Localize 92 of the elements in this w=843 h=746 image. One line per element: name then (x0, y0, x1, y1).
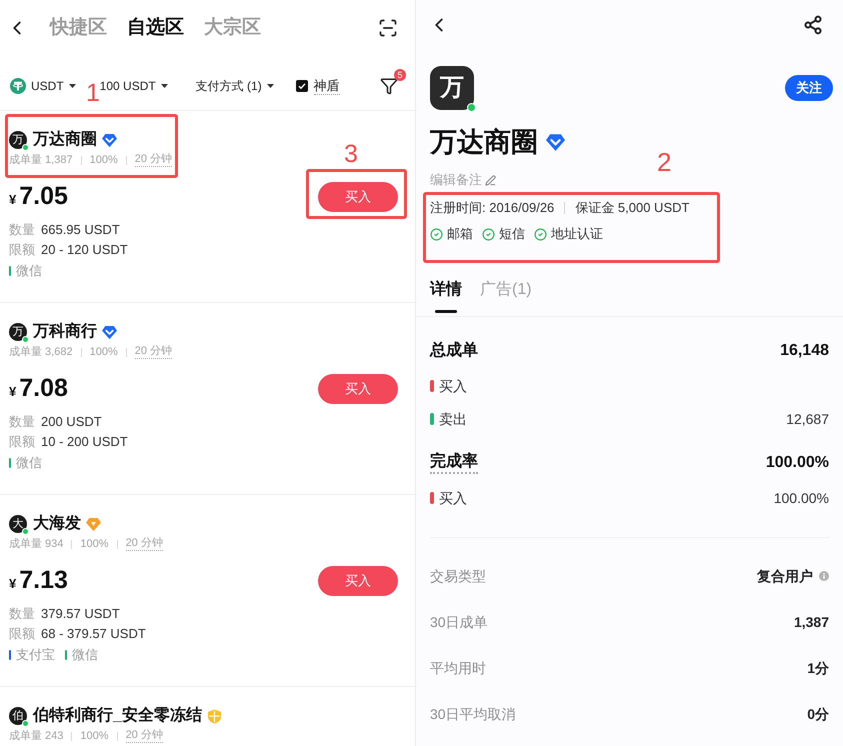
tab[interactable]: 详情 (430, 279, 462, 313)
stat-value: 16,148 (780, 341, 829, 361)
registration-date: 注册时间: 2016/09/26 (430, 199, 554, 218)
order-count: 成单量 934 (9, 536, 64, 552)
caret-icon (68, 84, 76, 88)
caret-icon (160, 84, 168, 88)
order-count: 成单量 243 (9, 728, 64, 744)
release-time: 20 分钟 (126, 537, 163, 551)
quantity-value: 665.95 USDT (41, 221, 120, 240)
detail-value: 0分 (807, 704, 829, 724)
limit-value: 68 - 379.57 USDT (41, 625, 146, 644)
buy-button[interactable]: 买入 (318, 566, 398, 596)
stat-value: 100.00% (774, 488, 829, 508)
release-time: 20 分钟 (126, 729, 163, 743)
avatar: 万 (430, 66, 474, 110)
scan-icon[interactable] (378, 18, 398, 38)
limit-label: 限额 (9, 625, 35, 644)
merchant-name: 万达商圈 (430, 128, 538, 156)
count-badge: 5 (394, 69, 406, 81)
annotation-number: 2 (657, 149, 672, 175)
detail-label: 30日平均取消 (430, 704, 516, 724)
pencil-icon (485, 174, 496, 186)
order-count: 成单量 1,387 (9, 152, 73, 168)
checkbox[interactable] (296, 80, 308, 92)
share-icon[interactable] (803, 15, 823, 35)
annotation-number: 1 (86, 81, 100, 106)
avatar: 万 (9, 131, 27, 149)
currency-symbol: ¥ (9, 191, 16, 210)
avatar: 大 (9, 515, 27, 533)
quantity-value: 379.57 USDT (41, 605, 120, 624)
detail-label: 平均用时 (430, 658, 486, 678)
price: 7.08 (19, 376, 68, 402)
coin-dropdown[interactable]: USDT (10, 77, 76, 95)
stat-value: 100.00% (766, 453, 829, 473)
payment-method: 微信 (16, 262, 42, 280)
stat-label: 买入 (439, 488, 467, 508)
coin-icon (10, 78, 26, 94)
payment-method: 微信 (16, 454, 42, 472)
detail-value: 1分 (807, 658, 829, 678)
completion-rate: 100% (90, 152, 118, 168)
check-circle-icon (482, 228, 495, 240)
filter-icon[interactable] (380, 77, 398, 95)
caret-icon (266, 84, 274, 88)
deposit-amount: 保证金 5,000 USDT (575, 199, 690, 218)
release-time: 20 分钟 (134, 153, 172, 167)
verification-label: 邮箱 (447, 225, 473, 244)
payment-method: 微信 (72, 646, 98, 664)
order-count: 成单量 3,682 (9, 344, 73, 360)
check-circle-icon (430, 228, 443, 240)
merchant-name[interactable]: 大海发 (33, 512, 81, 536)
tab[interactable]: 自选区 (127, 14, 184, 42)
payment-dropdown[interactable]: 支付方式 (1) (196, 77, 274, 95)
merchant-name[interactable]: 伯特利商行_安全零冻结 (33, 704, 202, 728)
annotation-number: 3 (344, 142, 358, 167)
verification-label: 地址认证 (551, 225, 603, 244)
verification-label: 短信 (499, 225, 525, 244)
shield-label: 神盾 (314, 78, 340, 94)
currency-symbol: ¥ (9, 383, 16, 402)
check-circle-icon (534, 228, 547, 240)
price: 7.05 (19, 184, 68, 210)
quantity-label: 数量 (9, 413, 35, 432)
stat-label: 卖出 (439, 410, 467, 428)
limit-label: 限额 (9, 241, 35, 260)
release-time: 20 分钟 (134, 345, 172, 359)
merchant-name[interactable]: 万达商圈 (33, 128, 97, 152)
stat-label: 买入 (439, 376, 467, 396)
detail-value: 复合用户 (757, 566, 813, 586)
follow-button[interactable]: 关注 (785, 75, 833, 101)
price: 7.13 (19, 568, 68, 594)
quantity-value: 200 USDT (41, 413, 102, 432)
detail-label: 30日成单 (430, 612, 488, 632)
detail-value: 1,387 (794, 612, 829, 632)
limit-label: 限额 (9, 433, 35, 452)
stat-value: 12,687 (786, 410, 829, 428)
avatar: 伯 (9, 707, 27, 725)
avatar: 万 (9, 323, 27, 341)
limit-value: 10 - 200 USDT (41, 433, 128, 452)
completion-rate: 100% (90, 344, 118, 360)
payment-method: 支付宝 (16, 646, 55, 664)
amount-dropdown[interactable]: 100 USDT (100, 77, 168, 95)
merchant-name[interactable]: 万科商行 (33, 320, 97, 344)
completion-rate: 100% (80, 536, 109, 552)
buy-button[interactable]: 买入 (318, 374, 398, 404)
detail-label: 交易类型 (430, 566, 486, 586)
stat-heading: 总成单 (430, 340, 478, 361)
quantity-label: 数量 (9, 605, 35, 624)
completion-rate: 100% (80, 728, 109, 744)
currency-symbol: ¥ (9, 575, 16, 594)
limit-value: 20 - 120 USDT (41, 241, 128, 260)
quantity-label: 数量 (9, 221, 35, 240)
buy-button[interactable]: 买入 (318, 182, 398, 212)
stat-heading: 完成率 (430, 452, 478, 474)
